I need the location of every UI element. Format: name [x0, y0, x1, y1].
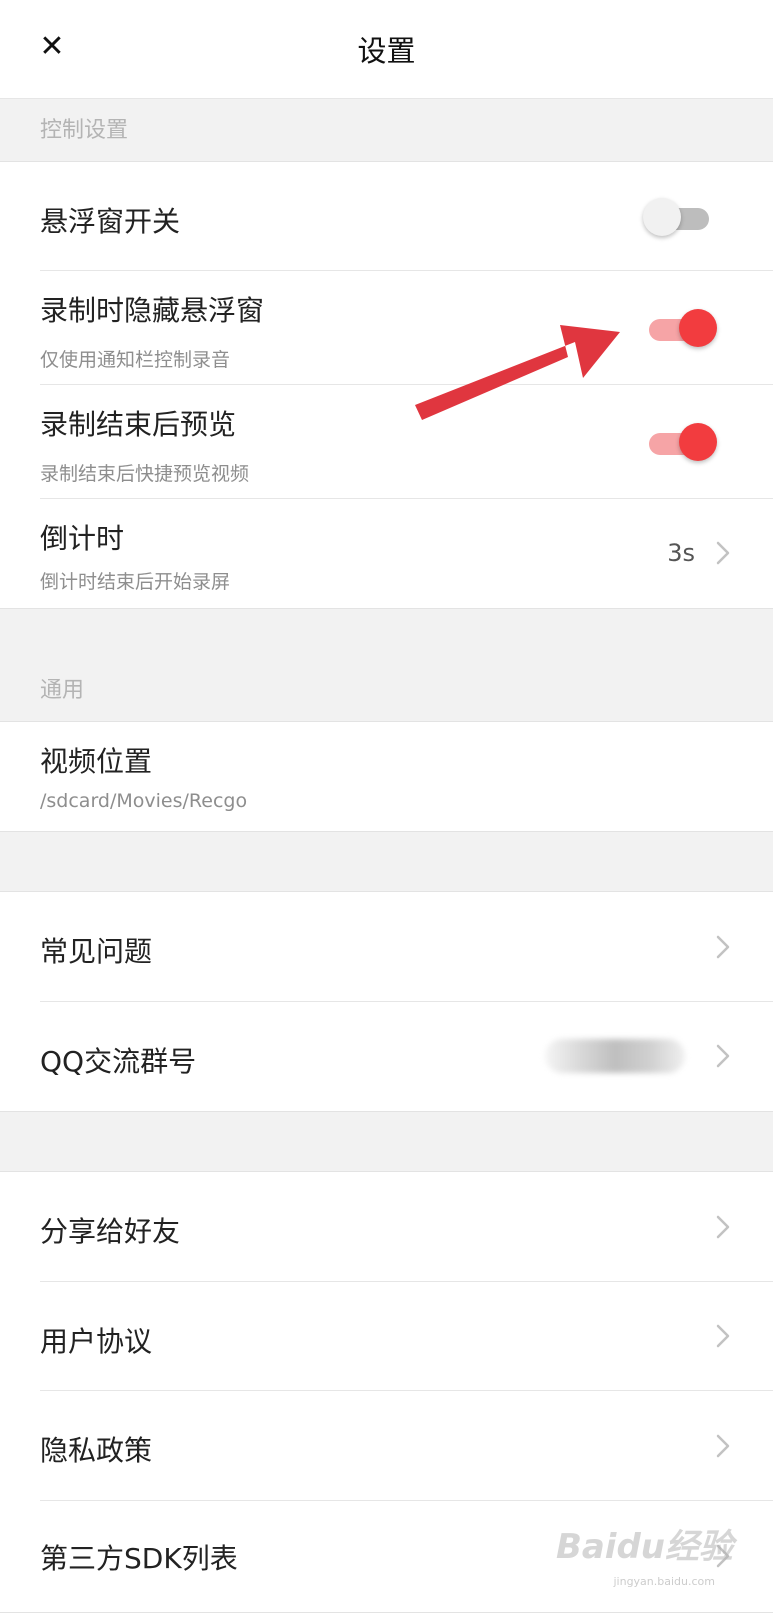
hide-floating-toggle[interactable] [649, 309, 717, 349]
control-settings-group: 悬浮窗开关 录制时隐藏悬浮窗 仅使用通知栏控制录音 录制结束后预览 录制结束后快… [0, 161, 773, 609]
floating-window-toggle[interactable] [643, 198, 709, 238]
setting-title: 常见问题 [40, 935, 153, 968]
qq-number-redacted [545, 1039, 685, 1073]
countdown-value: 3s [667, 539, 695, 567]
setting-privacy-policy[interactable]: 隐私政策 [0, 1391, 773, 1501]
setting-floating-window-switch[interactable]: 悬浮窗开关 [0, 162, 773, 271]
setting-preview-after-recording[interactable]: 录制结束后预览 录制结束后快捷预览视频 [0, 385, 773, 499]
setting-share[interactable]: 分享给好友 [0, 1172, 773, 1282]
setting-title: 录制结束后预览 [40, 408, 237, 441]
setting-title: 第三方SDK列表 [40, 1542, 238, 1575]
setting-subtitle: 录制结束后快捷预览视频 [40, 463, 250, 485]
toggle-knob [643, 198, 681, 236]
baidu-watermark-url: jingyan.baidu.com [613, 1575, 715, 1588]
setting-title: 倒计时 [40, 522, 125, 555]
setting-user-agreement[interactable]: 用户协议 [0, 1282, 773, 1391]
setting-faq[interactable]: 常见问题 [0, 892, 773, 1002]
setting-title: 用户协议 [40, 1325, 153, 1358]
setting-countdown[interactable]: 倒计时 倒计时结束后开始录屏 3s [0, 499, 773, 608]
chevron-right-icon [709, 933, 737, 961]
setting-title: 录制时隐藏悬浮窗 [40, 294, 265, 327]
chevron-right-icon [709, 1322, 737, 1350]
chevron-right-icon [709, 539, 737, 567]
page-title: 设置 [357, 34, 416, 68]
setting-title: 悬浮窗开关 [40, 205, 181, 238]
setting-subtitle: 倒计时结束后开始录屏 [40, 571, 231, 593]
setting-video-location[interactable]: 视频位置 /sdcard/Movies/Recgo [0, 722, 773, 831]
section-label-control: 控制设置 [40, 118, 129, 143]
setting-hide-floating-window[interactable]: 录制时隐藏悬浮窗 仅使用通知栏控制录音 [0, 271, 773, 385]
setting-title: 隐私政策 [40, 1434, 153, 1467]
section-label-general: 通用 [40, 678, 85, 703]
chevron-right-icon [709, 1213, 737, 1241]
preview-after-toggle[interactable] [649, 423, 717, 463]
toggle-knob [679, 423, 717, 461]
setting-title: 分享给好友 [40, 1215, 181, 1248]
setting-qq-group[interactable]: QQ交流群号 [0, 1002, 773, 1111]
title-bar: ✕ 设置 [0, 0, 773, 99]
chevron-right-icon [709, 1432, 737, 1460]
general-settings-group: 视频位置 /sdcard/Movies/Recgo [0, 721, 773, 832]
chevron-right-icon [709, 1042, 737, 1070]
setting-title: QQ交流群号 [40, 1045, 197, 1078]
toggle-knob [679, 309, 717, 347]
baidu-watermark-logo: Baidu经验 [555, 1527, 733, 1567]
setting-subtitle: /sdcard/Movies/Recgo [40, 790, 248, 812]
setting-title: 视频位置 [40, 745, 153, 778]
support-group: 常见问题 QQ交流群号 [0, 891, 773, 1112]
setting-subtitle: 仅使用通知栏控制录音 [40, 349, 231, 371]
